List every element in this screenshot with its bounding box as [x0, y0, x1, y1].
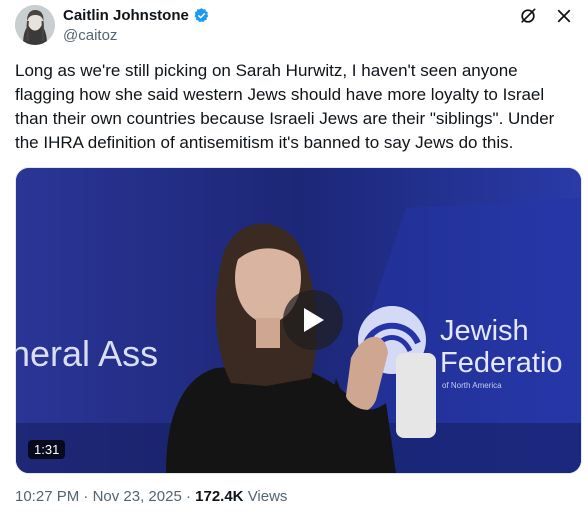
post-time[interactable]: 10:27 PM	[15, 488, 79, 505]
verified-badge-icon	[193, 7, 210, 24]
play-button[interactable]	[283, 290, 343, 350]
meta-separator: ·	[185, 488, 191, 505]
avatar[interactable]	[15, 5, 55, 45]
logo-line-2: Federatio	[440, 347, 563, 379]
post-text: Long as we're still picking on Sarah Hur…	[15, 61, 555, 152]
views-label: Views	[247, 488, 288, 505]
post-metadata: 10:27 PM · Nov 23, 2025 · 172.4K Views	[15, 488, 287, 505]
grok-icon[interactable]	[517, 5, 539, 27]
video-duration-badge: 1:31	[28, 440, 66, 459]
close-icon[interactable]	[553, 5, 575, 27]
backdrop-text: neral Ass	[16, 333, 158, 374]
play-icon	[304, 308, 324, 332]
post-header: Caitlin Johnstone @caitoz	[15, 5, 575, 47]
logo-line-1: Jewish	[440, 315, 529, 347]
logo-line-3: of North America	[442, 381, 502, 390]
views-count: 172.4K	[195, 488, 244, 505]
video-player[interactable]: neral Ass Jewish Federatio of North Amer…	[15, 167, 582, 474]
meta-separator: ·	[83, 488, 89, 505]
author-display-name[interactable]: Caitlin Johnstone	[63, 7, 189, 24]
author-handle[interactable]: @caitoz	[63, 27, 210, 44]
post-date[interactable]: Nov 23, 2025	[93, 488, 182, 505]
